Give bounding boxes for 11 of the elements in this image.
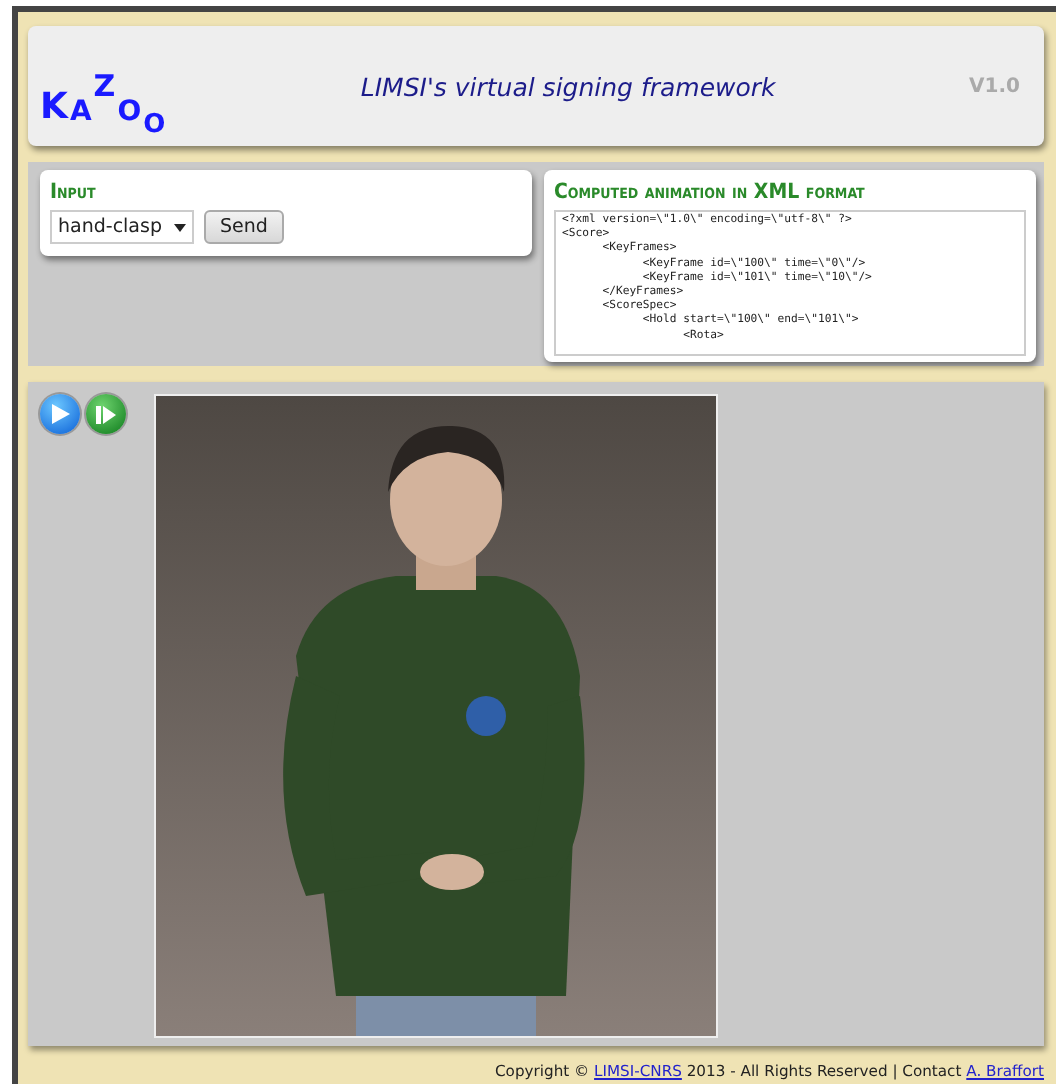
sign-dropdown[interactable]: hand-clasp	[50, 210, 194, 244]
send-button[interactable]: Send	[204, 210, 284, 244]
version-label: V1.0	[969, 75, 1020, 97]
page-title: LIMSI's virtual signing framework	[358, 71, 778, 101]
panel-title: Input	[50, 180, 98, 204]
caret-icon	[174, 223, 186, 231]
step-button[interactable]	[86, 394, 126, 434]
step-forward-icon	[96, 405, 116, 423]
play-icon	[51, 404, 69, 424]
panel-title: Computed animation in XML format	[554, 180, 867, 204]
play-button[interactable]	[40, 394, 80, 434]
